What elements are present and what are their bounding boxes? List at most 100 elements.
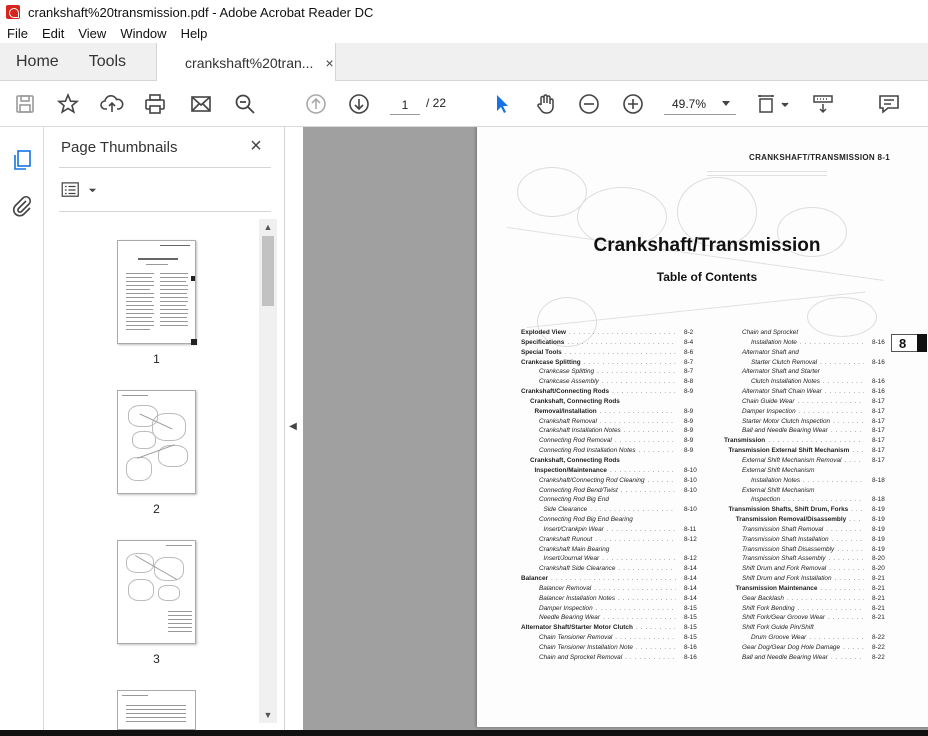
toc-entry[interactable]: Removal/Installation 8-9 . . . . . . . . .… [521,407,696,417]
toc-entry[interactable]: Installation Note 8-16 . . . . . . . . . .… [742,338,892,348]
zoom-in-icon[interactable] [620,91,646,117]
email-icon[interactable] [188,91,214,117]
bookmark-star-icon[interactable] [55,91,81,117]
toc-entry[interactable]: Side Clearance 8-10 . . . . . . . . . . . … [521,505,697,515]
toc-entry[interactable]: Balancer 8-14 . . . . . . . . . . . . . . … [521,574,697,584]
toc-entry[interactable]: Connecting Rod Removal 8-9 . . . . . . . .… [521,436,696,446]
page-down-icon[interactable] [346,91,372,117]
menu-file[interactable]: File [0,26,35,41]
scroll-down-icon[interactable]: ▼ [262,709,274,721]
toc-entry[interactable]: Shift Fork Bending 8-21 . . . . . . . . . … [742,604,892,614]
toc-entry[interactable]: Damper Inspection 8-17 . . . . . . . . . .… [742,407,892,417]
toc-entry[interactable]: Ball and Needle Bearing Wear 8-22 . . . . … [742,653,892,663]
toc-entry[interactable]: Transmission Shaft Removal 8-19 . . . . . … [742,525,892,535]
toc-entry[interactable]: Specifications 8-4 . . . . . . . . . . . .… [521,338,696,348]
toc-entry[interactable]: Crankshaft/Connecting Rod Cleaning 8-10 . … [521,476,697,486]
toc-entry[interactable]: Crankshaft, Connecting Rods [521,456,696,466]
toc-entry[interactable]: Crankshaft Main Bearing [521,545,696,555]
zoom-level-select[interactable]: 49.7% [664,93,736,115]
print-icon[interactable] [142,91,168,117]
toc-entry[interactable]: Transmission Shafts, Shift Drum, Forks 8-… [729,505,892,515]
toc-entry[interactable]: Balancer Installation Notes 8-14 . . . . .… [521,594,697,604]
toc-entry[interactable]: Starter Motor Clutch Inspection 8-17 . . .… [742,417,892,427]
attachment-paperclip-icon[interactable] [9,193,35,219]
page-thumbnail-1[interactable] [117,240,196,344]
toc-entry[interactable]: Transmission Shaft Installation 8-19 . . .… [742,535,892,545]
toc-entry[interactable]: Clutch Installation Notes 8-16 . . . . . .… [742,377,892,387]
toc-entry[interactable]: Crankcase Splitting 8-7 . . . . . . . . . … [521,358,696,368]
toc-entry[interactable]: Connecting Rod Bend/Twist 8-10 . . . . . .… [521,486,697,496]
toc-entry[interactable]: Inspection 8-18 . . . . . . . . . . . . . … [742,495,892,505]
page-thumbnails-icon[interactable] [9,147,35,173]
search-zoom-icon[interactable] [232,91,258,117]
thumbnail-options-button[interactable] [61,179,97,201]
toc-entry[interactable]: Chain Tensioner Installation Note 8-16 . .… [521,643,697,653]
tab-close-icon[interactable]: × [325,55,333,71]
toc-entry[interactable]: Transmission Maintenance 8-21 . . . . . . … [736,584,892,594]
toc-entry[interactable]: Crankshaft Removal 8-9 . . . . . . . . . .… [521,417,696,427]
menu-edit[interactable]: Edit [35,26,71,41]
toc-entry[interactable]: Alternator Shaft and Starter [742,367,892,377]
toc-entry[interactable]: Exploded View 8-2 . . . . . . . . . . . . … [521,328,696,338]
scroll-mode-icon[interactable] [810,91,836,117]
toc-entry[interactable]: Chain and Sprocket [742,328,892,338]
toc-entry[interactable]: Shift Fork/Gear Groove Wear 8-21 . . . . .… [742,613,892,623]
thumbnail-scrollbar[interactable]: ▲ ▼ [259,219,277,723]
menu-help[interactable]: Help [174,26,215,41]
scrollbar-thumb[interactable] [262,236,274,306]
toc-entry[interactable]: Chain Guide Wear 8-17 . . . . . . . . . . … [742,397,892,407]
toc-entry[interactable]: Chain Tensioner Removal 8-15 . . . . . . .… [521,633,697,643]
toc-entry[interactable]: Shift Drum and Fork Installation 8-21 . . … [742,574,892,584]
tab-home[interactable]: Home [0,43,75,81]
toc-entry[interactable]: Chain and Sprocket Removal 8-16 . . . . . … [521,653,697,663]
toc-entry[interactable]: Insert/Journal Wear 8-12 . . . . . . . . .… [521,554,697,564]
toc-entry[interactable]: Installation Notes 8-18 . . . . . . . . . … [742,476,892,486]
toc-entry[interactable]: Insert/Crankpin Wear 8-11 . . . . . . . . … [521,525,697,535]
toc-entry[interactable]: Shift Fork Guide Pin/Shift [742,623,892,633]
toc-entry[interactable]: Crankshaft Installation Notes 8-9 . . . . … [521,426,696,436]
page-thumbnail-4[interactable] [117,690,196,730]
toc-entry[interactable]: Starter Clutch Removal 8-16 . . . . . . . … [742,358,892,368]
hand-pan-icon[interactable] [532,91,558,117]
toc-entry[interactable]: Crankshaft Side Clearance 8-14 . . . . . .… [521,564,697,574]
toc-entry[interactable]: Transmission 8-17 . . . . . . . . . . . . … [724,436,892,446]
toc-entry[interactable]: Alternator Shaft/Starter Motor Clutch 8-1… [521,623,697,633]
toc-entry[interactable]: Damper Inspection 8-15 . . . . . . . . . .… [521,604,697,614]
page-thumbnail-3[interactable] [117,540,196,644]
toc-entry[interactable]: Transmission Shaft Disassembly 8-19 . . . … [742,545,892,555]
close-panel-icon[interactable]: × [246,136,266,156]
toc-entry[interactable]: Gear Dog/Gear Dog Hole Damage 8-22 . . . .… [742,643,892,653]
toc-entry[interactable]: External Shift Mechanism [742,466,892,476]
toc-entry[interactable]: Needle Bearing Wear 8-15 . . . . . . . . .… [521,613,697,623]
page-thumbnail-2[interactable] [117,390,196,494]
collapse-panel-icon[interactable]: ◀ [286,420,300,434]
toc-entry[interactable]: Ball and Needle Bearing Wear 8-17 . . . . … [742,426,892,436]
toc-entry[interactable]: Connecting Rod Big End Bearing [521,515,696,525]
toc-entry[interactable]: Crankcase Splitting 8-7 . . . . . . . . . … [521,367,696,377]
tab-document[interactable]: crankshaft%20tran... × [156,43,337,82]
toc-entry[interactable]: External Shift Mechanism [742,486,892,496]
page-up-icon[interactable] [303,91,329,117]
toc-entry[interactable]: Inspection/Maintenance 8-10 . . . . . . . … [521,466,697,476]
menu-window[interactable]: Window [113,26,173,41]
toc-entry[interactable]: Special Tools 8-6 . . . . . . . . . . . . … [521,348,696,358]
toc-entry[interactable]: Crankshaft/Connecting Rods 8-9 . . . . . .… [521,387,696,397]
toc-entry[interactable]: Transmission External Shift Mechanism 8-1… [729,446,892,456]
scroll-up-icon[interactable]: ▲ [262,221,274,233]
tab-tools[interactable]: Tools [75,43,140,81]
select-cursor-icon[interactable] [489,91,515,117]
page-fit-icon[interactable] [756,91,792,117]
toc-entry[interactable]: Alternator Shaft Chain Wear 8-16 . . . . .… [742,387,892,397]
toc-entry[interactable]: Gear Backlash 8-21 . . . . . . . . . . . .… [742,594,892,604]
toc-entry[interactable]: Alternator Shaft and [742,348,892,358]
comment-icon[interactable] [876,91,902,117]
menu-view[interactable]: View [71,26,113,41]
page-number-input[interactable] [390,93,420,115]
toc-entry[interactable]: Drum Groove Wear 8-22 . . . . . . . . . . … [742,633,892,643]
toc-entry[interactable]: Crankcase Assembly 8-8 . . . . . . . . . .… [521,377,696,387]
toc-entry[interactable]: Connecting Rod Installation Notes 8-9 . . … [521,446,696,456]
upload-icon[interactable] [99,91,125,117]
toc-entry[interactable]: External Shift Mechanism Removal 8-17 . . … [742,456,892,466]
toc-entry[interactable]: Crankshaft, Connecting Rods [521,397,696,407]
toc-entry[interactable]: Shift Drum and Fork Removal 8-20 . . . . .… [742,564,892,574]
